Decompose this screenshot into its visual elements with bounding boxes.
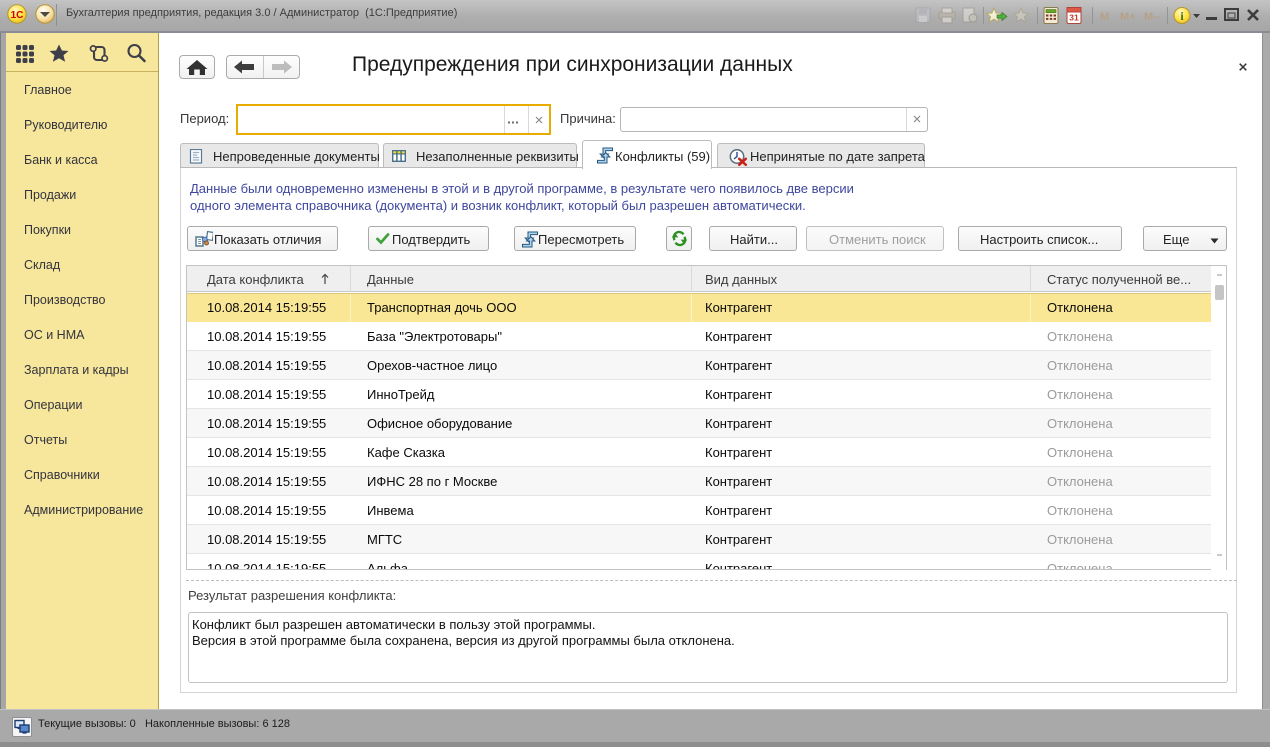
svg-text:1С: 1С xyxy=(11,10,24,21)
svg-text:M–: M– xyxy=(1144,11,1159,23)
svg-text:M+: M+ xyxy=(1120,11,1136,23)
svg-text:M: M xyxy=(1100,11,1109,23)
svg-text:31: 31 xyxy=(1069,13,1079,23)
